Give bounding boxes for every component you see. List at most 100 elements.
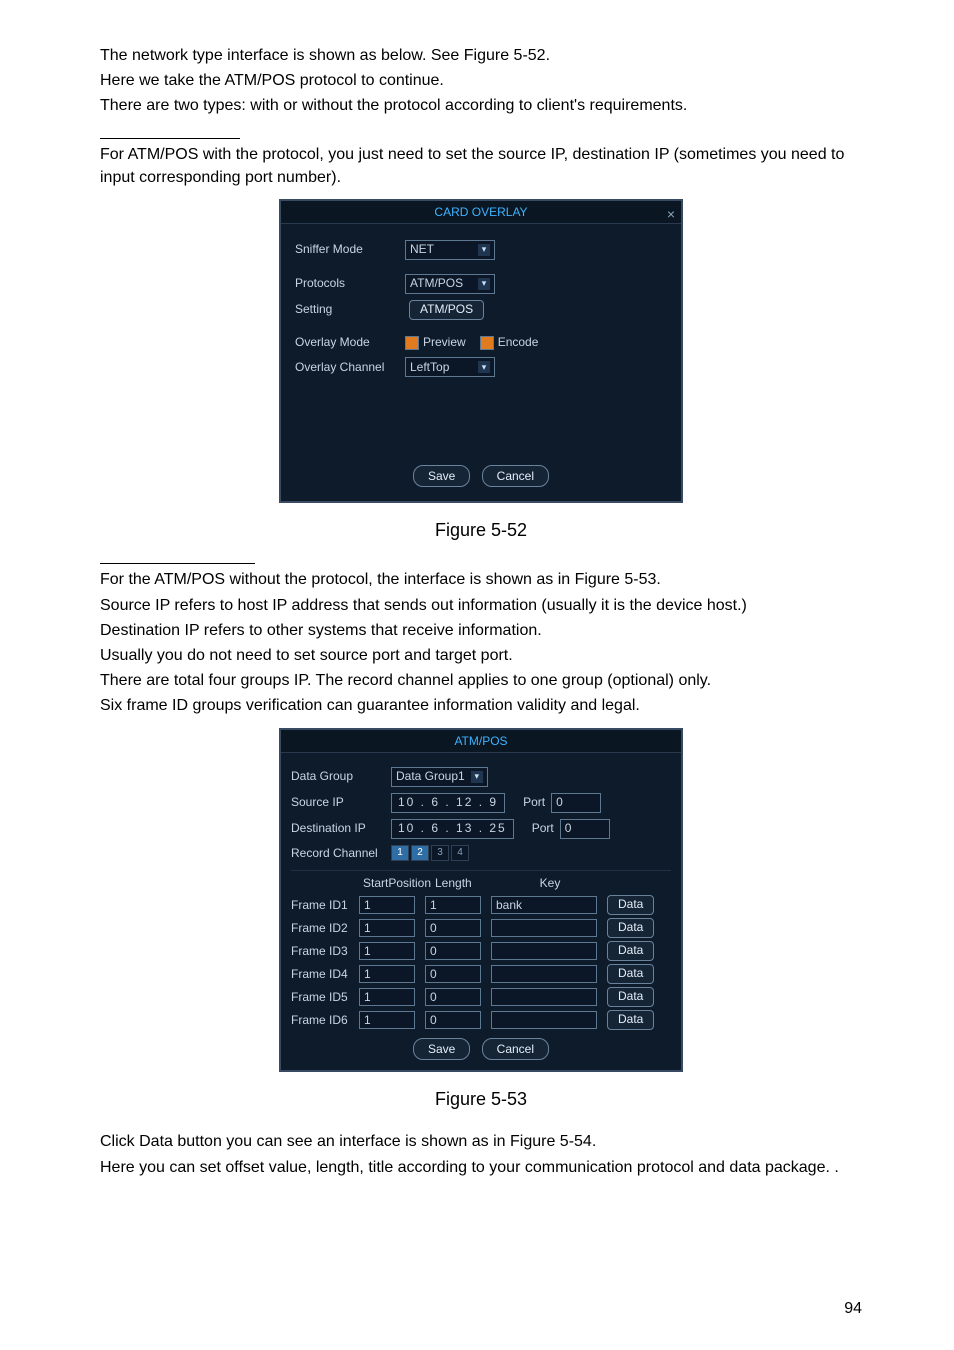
- chevron-down-icon: ▾: [478, 244, 490, 256]
- paragraph: There are total four groups IP. The reco…: [100, 669, 862, 692]
- save-button[interactable]: Save: [413, 465, 470, 487]
- sniffer-mode-select[interactable]: NET ▾: [405, 240, 495, 260]
- paragraph: Source IP refers to host IP address that…: [100, 594, 862, 617]
- dialog-title: CARD OVERLAY: [434, 205, 527, 219]
- frame-id-table: StartPosition Length Key Frame ID111bank…: [291, 870, 671, 1030]
- frame-id-label: Frame ID6: [291, 1012, 359, 1029]
- key-input[interactable]: [491, 988, 597, 1006]
- length-input[interactable]: 0: [425, 965, 481, 983]
- frame-id-label: Frame ID4: [291, 966, 359, 983]
- paragraph: Here you can set offset value, length, t…: [100, 1156, 862, 1179]
- frame-id-label: Frame ID5: [291, 989, 359, 1006]
- startposition-input[interactable]: 1: [359, 896, 415, 914]
- source-ip-input[interactable]: 10 . 6 . 12 . 9: [391, 793, 505, 813]
- data-group-value: Data Group1: [396, 768, 465, 785]
- startposition-input[interactable]: 1: [359, 942, 415, 960]
- startposition-input[interactable]: 1: [359, 965, 415, 983]
- overlay-channel-select[interactable]: LeftTop ▾: [405, 357, 495, 377]
- startposition-input[interactable]: 1: [359, 919, 415, 937]
- paragraph: Here we take the ATM/POS protocol to con…: [100, 69, 862, 92]
- col-length: Length: [435, 875, 495, 892]
- divider: [100, 138, 240, 139]
- dialog-title: ATM/POS: [454, 734, 507, 748]
- paragraph: The network type interface is shown as b…: [100, 44, 862, 67]
- cancel-button[interactable]: Cancel: [482, 1038, 549, 1060]
- overlay-mode-label: Overlay Mode: [295, 334, 405, 351]
- encode-checkbox[interactable]: [480, 336, 494, 350]
- save-button[interactable]: Save: [413, 1038, 470, 1060]
- source-port-label: Port: [523, 794, 545, 811]
- key-input[interactable]: [491, 919, 597, 937]
- col-key: Key: [495, 875, 605, 892]
- length-input[interactable]: 1: [425, 896, 481, 914]
- sniffer-mode-value: NET: [410, 241, 434, 258]
- startposition-input[interactable]: 1: [359, 1011, 415, 1029]
- frame-id-label: Frame ID2: [291, 920, 359, 937]
- record-channel-4[interactable]: 4: [451, 845, 469, 861]
- destination-ip-label: Destination IP: [291, 820, 391, 837]
- destination-port-label: Port: [532, 820, 554, 837]
- paragraph: There are two types: with or without the…: [100, 94, 862, 117]
- source-port-input[interactable]: 0: [551, 793, 601, 813]
- chevron-down-icon: ▾: [478, 278, 490, 290]
- setting-label: Setting: [295, 301, 405, 318]
- cancel-button[interactable]: Cancel: [482, 465, 549, 487]
- startposition-input[interactable]: 1: [359, 988, 415, 1006]
- destination-port-input[interactable]: 0: [560, 819, 610, 839]
- paragraph: For the ATM/POS without the protocol, th…: [100, 568, 862, 591]
- preview-label: Preview: [423, 334, 466, 351]
- key-input[interactable]: [491, 1011, 597, 1029]
- data-button[interactable]: Data: [607, 918, 654, 938]
- chevron-down-icon: ▾: [478, 361, 490, 373]
- data-button[interactable]: Data: [607, 1010, 654, 1030]
- col-startposition: StartPosition: [363, 875, 435, 892]
- paragraph: For ATM/POS with the protocol, you just …: [100, 143, 862, 189]
- data-button[interactable]: Data: [607, 964, 654, 984]
- dialog-title-bar: ATM/POS: [281, 730, 681, 753]
- destination-ip-input[interactable]: 10 . 6 . 13 . 25: [391, 819, 514, 839]
- atm-pos-dialog: ATM/POS Data Group Data Group1 ▾ Source …: [279, 728, 683, 1073]
- chevron-down-icon: ▾: [471, 771, 483, 783]
- setting-button[interactable]: ATM/POS: [409, 300, 484, 320]
- key-input[interactable]: bank: [491, 896, 597, 914]
- protocols-select[interactable]: ATM/POS ▾: [405, 274, 495, 294]
- record-channel-2[interactable]: 2: [411, 845, 429, 861]
- key-input[interactable]: [491, 942, 597, 960]
- table-row: Frame ID111bankData: [291, 895, 671, 915]
- data-button[interactable]: Data: [607, 987, 654, 1007]
- encode-label: Encode: [498, 334, 539, 351]
- key-input[interactable]: [491, 965, 597, 983]
- record-channel-3[interactable]: 3: [431, 845, 449, 861]
- table-row: Frame ID410 Data: [291, 964, 671, 984]
- record-channel-group: 1234: [391, 845, 471, 861]
- card-overlay-dialog: CARD OVERLAY × Sniffer Mode NET ▾ Protoc…: [279, 199, 683, 503]
- close-icon[interactable]: ×: [667, 203, 675, 225]
- length-input[interactable]: 0: [425, 988, 481, 1006]
- length-input[interactable]: 0: [425, 919, 481, 937]
- table-row: Frame ID610 Data: [291, 1010, 671, 1030]
- data-group-select[interactable]: Data Group1 ▾: [391, 767, 488, 787]
- length-input[interactable]: 0: [425, 1011, 481, 1029]
- paragraph: Click Data button you can see an interfa…: [100, 1130, 862, 1153]
- table-row: Frame ID210 Data: [291, 918, 671, 938]
- data-group-label: Data Group: [291, 768, 391, 785]
- paragraph: Six frame ID groups verification can gua…: [100, 694, 862, 717]
- paragraph: Usually you do not need to set source po…: [100, 644, 862, 667]
- length-input[interactable]: 0: [425, 942, 481, 960]
- protocols-value: ATM/POS: [410, 275, 463, 292]
- overlay-channel-label: Overlay Channel: [295, 359, 405, 376]
- paragraph: Destination IP refers to other systems t…: [100, 619, 862, 642]
- divider: [100, 563, 255, 564]
- record-channel-label: Record Channel: [291, 845, 391, 862]
- preview-checkbox[interactable]: [405, 336, 419, 350]
- table-row: Frame ID510 Data: [291, 987, 671, 1007]
- figure-caption: Figure 5-52: [100, 517, 862, 543]
- record-channel-1[interactable]: 1: [391, 845, 409, 861]
- frame-id-label: Frame ID1: [291, 897, 359, 914]
- data-button[interactable]: Data: [607, 895, 654, 915]
- sniffer-mode-label: Sniffer Mode: [295, 241, 405, 258]
- overlay-channel-value: LeftTop: [410, 359, 449, 376]
- data-button[interactable]: Data: [607, 941, 654, 961]
- page-number: 94: [844, 1297, 862, 1320]
- figure-caption: Figure 5-53: [100, 1086, 862, 1112]
